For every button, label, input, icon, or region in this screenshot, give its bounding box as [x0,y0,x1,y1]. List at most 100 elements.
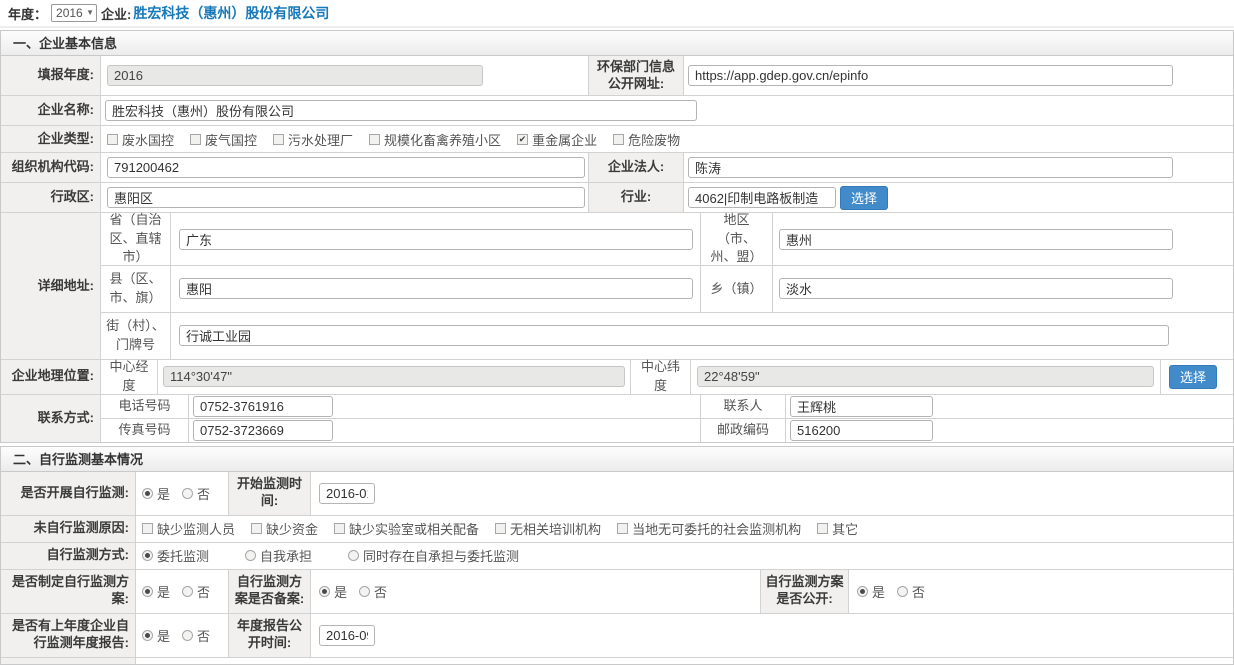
district-input[interactable] [107,187,585,208]
contact-person-label: 联系人 [701,395,786,418]
radio-checked-icon[interactable] [142,586,153,597]
street-label: 街（村）、门牌号 [101,313,171,359]
has-report-label: 是否有上年度企业自行监测年度报告: [1,614,136,657]
checkbox-unchecked-icon[interactable] [251,523,262,534]
city-input[interactable] [779,229,1173,250]
zip-input[interactable] [790,420,933,441]
county-input[interactable] [179,278,693,299]
checkbox-option-label: 缺少实验室或相关配备 [349,519,479,538]
report-time-input[interactable] [319,625,375,646]
radio-option[interactable]: 自我承担 [245,546,312,565]
fax-input[interactable] [193,420,333,441]
province-input[interactable] [179,229,693,250]
radio-option[interactable]: 委托监测 [142,546,209,565]
year-select[interactable]: 2016 ▼ [51,4,97,22]
radio-unchecked-icon[interactable] [182,630,193,641]
report-time-label: 年度报告公开时间: [229,614,311,657]
radio-unchecked-icon[interactable] [359,586,370,597]
radio-checked-icon[interactable] [857,586,868,597]
radio-option[interactable]: 是 [142,626,170,645]
checkbox-option[interactable]: 废气国控 [190,130,257,149]
checkbox-unchecked-icon[interactable] [817,523,828,534]
geo-select-button[interactable]: 选择 [1169,365,1217,389]
legal-person-input[interactable] [688,157,1173,178]
radio-option-label: 是 [334,582,347,601]
checkbox-unchecked-icon[interactable] [190,134,201,145]
checkbox-unchecked-icon[interactable] [142,523,153,534]
topbar: 年度： 2016 ▼ 企业: 胜宏科技（惠州）股份有限公司 [0,0,1234,28]
checkbox-option[interactable]: 缺少实验室或相关配备 [334,519,479,538]
latitude-input[interactable] [697,366,1154,387]
checkbox-unchecked-icon[interactable] [613,134,624,145]
radio-checked-icon[interactable] [319,586,330,597]
org-code-input[interactable] [107,157,585,178]
checkbox-option[interactable]: 无相关培训机构 [495,519,601,538]
district-row: 行政区: 行业: 选择 [1,183,1233,213]
report-year-row: 填报年度: 环保部门信息公开网址: [1,56,1233,96]
radio-unchecked-icon[interactable] [182,586,193,597]
checkbox-checked-icon[interactable] [517,134,528,145]
env-url-input[interactable] [688,65,1173,86]
radio-option[interactable]: 否 [359,582,387,601]
checkbox-unchecked-icon[interactable] [617,523,628,534]
radio-option[interactable]: 是 [142,582,170,601]
industry-select-button[interactable]: 选择 [840,186,888,210]
radio-option[interactable]: 是 [319,582,347,601]
carry-out-row: 是否开展自行监测: 是否 开始监测时间: [1,472,1233,516]
checkbox-unchecked-icon[interactable] [495,523,506,534]
checkbox-option[interactable]: 重金属企业 [517,130,597,149]
checkbox-option[interactable]: 缺少资金 [251,519,318,538]
phone-input[interactable] [193,396,333,417]
checkbox-unchecked-icon[interactable] [334,523,345,534]
longitude-input[interactable] [163,366,625,387]
radio-unchecked-icon[interactable] [348,550,359,561]
checkbox-unchecked-icon[interactable] [107,134,118,145]
checkbox-option-label: 当地无可委托的社会监测机构 [632,519,801,538]
radio-option-label: 否 [197,626,210,645]
radio-unchecked-icon[interactable] [182,488,193,499]
checkbox-unchecked-icon[interactable] [273,134,284,145]
checkbox-unchecked-icon[interactable] [369,134,380,145]
checkbox-option[interactable]: 危险废物 [613,130,680,149]
carry-out-options: 是否 [142,484,222,503]
radio-option[interactable]: 否 [897,582,925,601]
company-name-link[interactable]: 胜宏科技（惠州）股份有限公司 [133,3,329,23]
geo-row: 企业地理位置: 中心经度 中心纬度 选择 [1,360,1233,395]
checkbox-option[interactable]: 规模化畜禽养殖小区 [369,130,501,149]
monitor-mode-label: 自行监测方式: [1,543,136,569]
org-code-row: 组织机构代码: 企业法人: [1,153,1233,183]
radio-unchecked-icon[interactable] [897,586,908,597]
radio-checked-icon[interactable] [142,488,153,499]
checkbox-option[interactable]: 缺少监测人员 [142,519,235,538]
radio-option[interactable]: 同时存在自承担与委托监测 [348,546,519,565]
report-year-input[interactable] [107,65,483,86]
contact-person-input[interactable] [790,396,933,417]
district-label: 行政区: [1,183,101,212]
checkbox-option[interactable]: 其它 [817,519,858,538]
street-input[interactable] [179,325,1169,346]
radio-checked-icon[interactable] [142,550,153,561]
company-name-input[interactable] [105,100,697,121]
radio-option[interactable]: 否 [182,582,210,601]
checkbox-option[interactable]: 当地无可委托的社会监测机构 [617,519,801,538]
town-input[interactable] [779,278,1173,299]
checkbox-option-label: 缺少资金 [266,519,318,538]
industry-input[interactable] [688,187,836,208]
radio-option[interactable]: 是 [857,582,885,601]
radio-unchecked-icon[interactable] [245,550,256,561]
company-name-label: 企业名称: [1,96,101,125]
checkbox-option-label: 重金属企业 [532,130,597,149]
radio-option[interactable]: 是 [142,484,170,503]
radio-option[interactable]: 否 [182,626,210,645]
checkbox-option[interactable]: 污水处理厂 [273,130,353,149]
radio-option-label: 是 [157,582,170,601]
start-time-input[interactable] [319,483,375,504]
contact-label: 联系方式: [1,395,101,442]
company-type-row: 企业类型: 废水国控废气国控污水处理厂规模化畜禽养殖小区重金属企业危险废物 [1,126,1233,153]
town-label: 乡（镇） [701,266,773,312]
has-plan-label: 是否制定自行监测方案: [1,570,136,613]
radio-checked-icon[interactable] [142,630,153,641]
checkbox-option[interactable]: 废水国控 [107,130,174,149]
address-label: 详细地址: [1,213,101,359]
radio-option[interactable]: 否 [182,484,210,503]
